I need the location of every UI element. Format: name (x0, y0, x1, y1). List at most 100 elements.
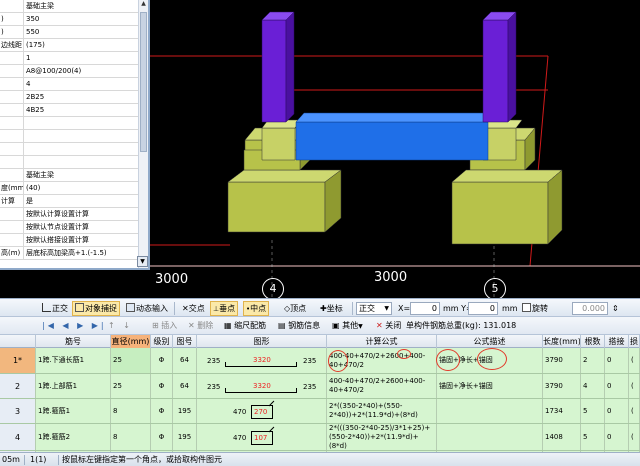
cell-loss[interactable]: ( (629, 348, 640, 373)
cell-diameter[interactable]: 8 (111, 399, 151, 423)
cell-lap[interactable]: 0 (605, 424, 629, 450)
cell-count[interactable]: 2 (581, 348, 605, 373)
cell-formula[interactable]: 2*((350-2*40)+(550-2*40))+2*(11.9*d)+(8*… (327, 399, 437, 423)
property-scrollbar[interactable]: ▲ ▼ (138, 0, 148, 268)
property-value[interactable]: 按默认节点设置计算 (26, 221, 138, 233)
property-value[interactable]: (175) (26, 39, 138, 51)
table-row[interactable]: 4 1跨.箍筋2 8 Φ 195 470 107 2*(((350-2*40-25)/3*1+… (0, 424, 640, 451)
midpoint-snap[interactable]: •中点 (243, 301, 270, 316)
property-row[interactable]: 2B25 (0, 91, 138, 104)
cell-length[interactable]: 1408 (543, 424, 581, 450)
property-row[interactable]: A8@100/200(4) (0, 65, 138, 78)
rebar-info-button[interactable]: ▤ 钢筋信息 (276, 318, 322, 333)
rotate-toggle[interactable]: 旋转 (520, 301, 550, 316)
property-value[interactable]: A8@100/200(4) (26, 65, 138, 77)
cell-diameter[interactable]: 25 (111, 374, 151, 398)
rotate-angle-input[interactable]: 0.000 (572, 302, 608, 315)
property-row[interactable]: 按默认节点设置计算 (0, 221, 138, 234)
property-value[interactable]: 按默认搭接设置计算 (26, 234, 138, 246)
row-number[interactable]: 2 (0, 374, 36, 398)
other-menu-button[interactable]: ▣ 其他▼ (330, 318, 365, 333)
property-value[interactable] (26, 117, 138, 129)
delete-button[interactable]: ✕ 删除 (186, 318, 215, 333)
header-loss[interactable]: 损 (629, 335, 640, 348)
cell-diameter[interactable]: 25 (111, 348, 151, 373)
property-row[interactable]: 边线距 (175) (0, 39, 138, 52)
property-value[interactable]: 基础主梁 (26, 0, 138, 12)
property-value[interactable]: 4 (26, 78, 138, 90)
property-value[interactable]: 按默认计算设置计算 (26, 208, 138, 220)
intersection-snap[interactable]: ✕交点 (180, 301, 207, 316)
cell-grade[interactable]: Φ (151, 374, 173, 398)
cell-grade[interactable]: Φ (151, 424, 173, 450)
property-row[interactable] (0, 156, 138, 169)
property-row[interactable]: 度(mm)(40) (0, 182, 138, 195)
header-grade[interactable]: 级别 (151, 335, 173, 348)
cell-loss[interactable]: ( (629, 399, 640, 423)
property-row[interactable]: 按默认计算设置计算 (0, 208, 138, 221)
cell-shape[interactable]: 235 3320 235 (197, 374, 327, 398)
property-row[interactable] (0, 130, 138, 143)
property-row[interactable]: 按默认搭接设置计算 (0, 234, 138, 247)
cell-description[interactable] (437, 399, 543, 423)
row-number[interactable]: 1* (0, 348, 36, 373)
cell-bar-name[interactable]: 1跨.箍筋2 (36, 424, 111, 450)
nav-first-prev-next-last-icons[interactable]: |◀ ◀ ▶ ▶| (40, 318, 109, 333)
property-row[interactable]: ) 550 (0, 26, 138, 39)
coordinate-snap[interactable]: ✚坐标 (318, 301, 345, 316)
insert-button[interactable]: ⊞ 插入 (150, 318, 179, 333)
property-value[interactable] (26, 156, 138, 168)
property-value[interactable]: 2B25 (26, 91, 138, 103)
property-value[interactable]: (40) (26, 182, 138, 194)
header-lap[interactable]: 搭接 (605, 335, 629, 348)
cell-lap[interactable]: 0 (605, 348, 629, 373)
row-number[interactable]: 4 (0, 424, 36, 450)
header-figure-no[interactable]: 图号 (173, 335, 197, 348)
cell-lap[interactable]: 0 (605, 399, 629, 423)
cell-length[interactable]: 1734 (543, 399, 581, 423)
move-up-down-icons[interactable]: ↑ ↓ (106, 318, 135, 333)
cell-bar-name[interactable]: 1跨.箍筋1 (36, 399, 111, 423)
cell-grade[interactable]: Φ (151, 399, 173, 423)
x-coordinate-input[interactable]: 0 (410, 302, 440, 315)
table-row[interactable]: 3 1跨.箍筋1 8 Φ 195 470 270 2*((350-2*40)+(550-2*4… (0, 399, 640, 424)
property-row[interactable]: 基础主梁 (0, 0, 138, 13)
cell-figure-no[interactable]: 195 (173, 399, 197, 423)
vertex-snap[interactable]: ◇顶点 (282, 301, 308, 316)
table-row[interactable]: 2 1跨.上部筋1 25 Φ 64 235 3320 235 400-40+470/2+2600… (0, 374, 640, 399)
cell-count[interactable]: 4 (581, 374, 605, 398)
property-value[interactable]: 4B25 (26, 104, 138, 116)
cell-shape[interactable]: 470 270 (197, 399, 327, 423)
cell-description[interactable]: 锚固+净长+锚固 (437, 374, 543, 398)
cell-loss[interactable]: ( (629, 424, 640, 450)
cell-diameter[interactable]: 8 (111, 424, 151, 450)
property-value[interactable]: 550 (26, 26, 138, 38)
close-button[interactable]: ✕ 关闭 (374, 318, 403, 333)
property-row[interactable] (0, 143, 138, 156)
scale-rebar-button[interactable]: ▦ 缩尺配筋 (222, 318, 268, 333)
cell-count[interactable]: 5 (581, 399, 605, 423)
scroll-up-arrow-icon[interactable]: ▲ (140, 0, 147, 8)
header-bar-no[interactable]: 筋号 (36, 335, 111, 348)
cell-bar-name[interactable]: 1跨.上部筋1 (36, 374, 111, 398)
cell-formula[interactable]: 400-40+470/2+2600+400-40+470/2 (327, 374, 437, 398)
cell-bar-name[interactable]: 1跨.下通长筋1 (36, 348, 111, 373)
table-row[interactable]: 1* 1跨.下通长筋1 25 Φ 64 235 3320 235 400-40+470/2+26… (0, 348, 640, 374)
header-length[interactable]: 长度(mm) (543, 335, 581, 348)
ortho-toggle[interactable]: 正交 (40, 301, 70, 316)
property-value[interactable]: 基础主梁 (26, 169, 138, 181)
cell-shape[interactable]: 470 107 (197, 424, 327, 450)
cell-count[interactable]: 5 (581, 424, 605, 450)
property-row[interactable]: 4B25 (0, 104, 138, 117)
header-description[interactable]: 公式描述 (437, 335, 543, 348)
property-value[interactable]: 是 (26, 195, 138, 207)
cell-figure-no[interactable]: 64 (173, 374, 197, 398)
scroll-thumb[interactable] (140, 12, 147, 152)
property-row[interactable]: ) 350 (0, 13, 138, 26)
cell-grade[interactable]: Φ (151, 348, 173, 373)
cell-loss[interactable]: ( (629, 374, 640, 398)
property-value[interactable] (26, 130, 138, 142)
perpendicular-snap[interactable]: ⊥垂点 (210, 301, 239, 316)
property-value[interactable]: 1 (26, 52, 138, 64)
property-row[interactable]: 基础主梁 (0, 169, 138, 182)
